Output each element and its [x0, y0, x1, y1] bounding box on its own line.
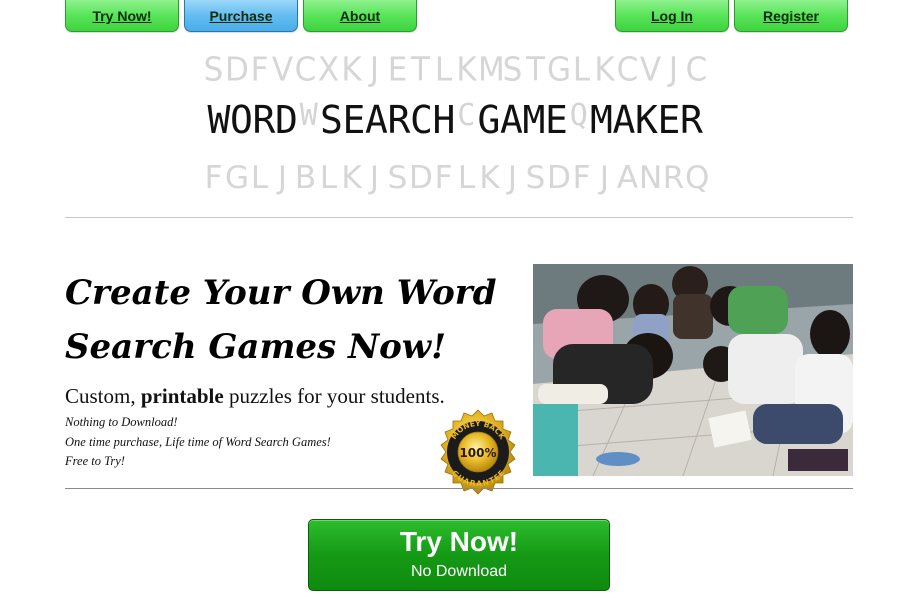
- logo-letter: F: [434, 160, 453, 196]
- logo-letter: S: [502, 51, 523, 89]
- logo-letter: N: [639, 160, 663, 196]
- logo-letter: A: [365, 98, 388, 142]
- logo-letter: B: [294, 160, 317, 196]
- subheading-bold: printable: [140, 384, 224, 408]
- logo-letter: E: [545, 98, 568, 142]
- logo-letter: T: [526, 51, 545, 89]
- logo-letter: K: [635, 98, 658, 142]
- nav-purchase-button[interactable]: Purchase: [184, 0, 298, 32]
- students-photo: [533, 264, 853, 476]
- hero-headline: Create Your Own Word Search Games Now!: [65, 266, 535, 374]
- logo-letter: D: [225, 51, 249, 89]
- feature-list: Nothing to Download! One time purchase, …: [65, 413, 331, 472]
- divider-bottom: [65, 488, 853, 489]
- logo-letter: C: [294, 51, 317, 89]
- logo-letter: F: [250, 51, 269, 89]
- logo-letter: Q: [685, 160, 710, 196]
- cta-title: Try Now!: [399, 526, 519, 557]
- logo-letter: D: [275, 98, 298, 142]
- logo-letter: T: [411, 51, 430, 89]
- logo-letter: K: [341, 160, 362, 196]
- logo-letter: D: [547, 160, 571, 196]
- feature-item: Nothing to Download!: [65, 415, 178, 429]
- logo-letter: K: [479, 160, 500, 196]
- logo-letter: C: [410, 98, 433, 142]
- divider-top: [65, 217, 853, 218]
- logo-letter: C: [616, 51, 639, 89]
- logo-letter: S: [203, 51, 224, 89]
- logo-letter: A: [612, 98, 636, 142]
- nav-try-now-label: Try Now!: [92, 8, 152, 24]
- logo-letter: V: [639, 51, 662, 89]
- hero-subheading: Custom, printable puzzles for your stude…: [65, 384, 445, 409]
- logo-letter: X: [317, 51, 340, 89]
- logo-letter: L: [572, 51, 591, 89]
- logo-letter: O: [230, 98, 253, 142]
- feature-item: Free to Try!: [65, 454, 125, 468]
- logo-letter: M: [522, 98, 546, 142]
- logo-letter: G: [547, 51, 572, 89]
- logo-letter: R: [680, 98, 703, 142]
- logo-letter-row-top: SDFVCXKJETLKMSTGLKCVJC: [0, 51, 910, 89]
- logo-letter: R: [387, 98, 411, 142]
- logo-letter: M: [590, 98, 613, 142]
- logo-word-search-game-maker: WORDWSEARCHCGAMEQMAKER: [0, 98, 910, 142]
- nav-about-button[interactable]: About: [303, 0, 417, 32]
- feature-item: One time purchase, Life time of Word Sea…: [65, 434, 331, 449]
- logo-letter: K: [341, 51, 362, 89]
- logo-letter: G: [225, 160, 250, 196]
- logo-letter: S: [320, 98, 343, 142]
- nav-register-label: Register: [762, 8, 820, 24]
- logo-letter: W: [207, 98, 231, 142]
- logo-letter: Q: [569, 98, 588, 133]
- nav-purchase-label: Purchase: [209, 8, 273, 24]
- logo-letter: A: [616, 160, 639, 196]
- try-now-no-download-button[interactable]: Try Now! No Download: [308, 519, 610, 591]
- nav-about-label: About: [339, 8, 381, 24]
- money-back-guarantee-badge: MONEY BACK GUARANTEE 100%: [440, 409, 516, 495]
- logo-letter: V: [271, 51, 294, 89]
- logo-letter: R: [662, 160, 685, 196]
- logo-letter: K: [456, 51, 477, 89]
- logo-letter: L: [319, 160, 338, 196]
- nav-log-in-button[interactable]: Log In: [615, 0, 729, 32]
- logo-letter: E: [387, 51, 408, 89]
- logo-letter: J: [369, 160, 380, 196]
- logo-letter: F: [572, 160, 591, 196]
- logo-letter: E: [342, 98, 366, 142]
- badge-center-text: 100%: [459, 446, 496, 460]
- logo-letter: A: [500, 98, 523, 142]
- logo-letter: M: [478, 51, 505, 89]
- logo-letter: D: [409, 160, 433, 196]
- logo-letter: R: [252, 98, 276, 142]
- logo-letter: K: [594, 51, 615, 89]
- logo-letter: S: [387, 160, 408, 196]
- logo-letter: L: [250, 160, 269, 196]
- logo-letter: G: [477, 98, 501, 142]
- nav-log-in-label: Log In: [651, 8, 693, 24]
- subheading-suffix: puzzles for your students.: [223, 384, 445, 408]
- logo-letter: L: [457, 160, 476, 196]
- logo-letter: C: [685, 51, 708, 89]
- logo-letter: L: [434, 51, 453, 89]
- hero-headline-line1: Create Your Own Word: [65, 273, 497, 313]
- logo-letter: W: [299, 98, 318, 133]
- logo-letter: E: [657, 98, 681, 142]
- logo-letter: F: [204, 160, 223, 196]
- subheading-prefix: Custom,: [65, 384, 141, 408]
- logo-letter: J: [277, 160, 288, 196]
- logo-letter-row-bottom: FGLJBLKJSDFLKJSDFJANRQ: [0, 160, 910, 196]
- nav-register-button[interactable]: Register: [734, 0, 848, 32]
- logo-letter: J: [507, 160, 518, 196]
- logo-letter: S: [525, 160, 546, 196]
- logo-letter: H: [432, 98, 456, 142]
- nav-try-now-button[interactable]: Try Now!: [65, 0, 179, 32]
- logo-letter: C: [457, 98, 476, 133]
- logo-letter: J: [668, 51, 679, 89]
- cta-subtitle: No Download: [410, 563, 508, 580]
- logo-letter: J: [599, 160, 610, 196]
- hero-headline-line2: Search Games Now!: [65, 327, 446, 367]
- logo-letter: J: [369, 51, 380, 89]
